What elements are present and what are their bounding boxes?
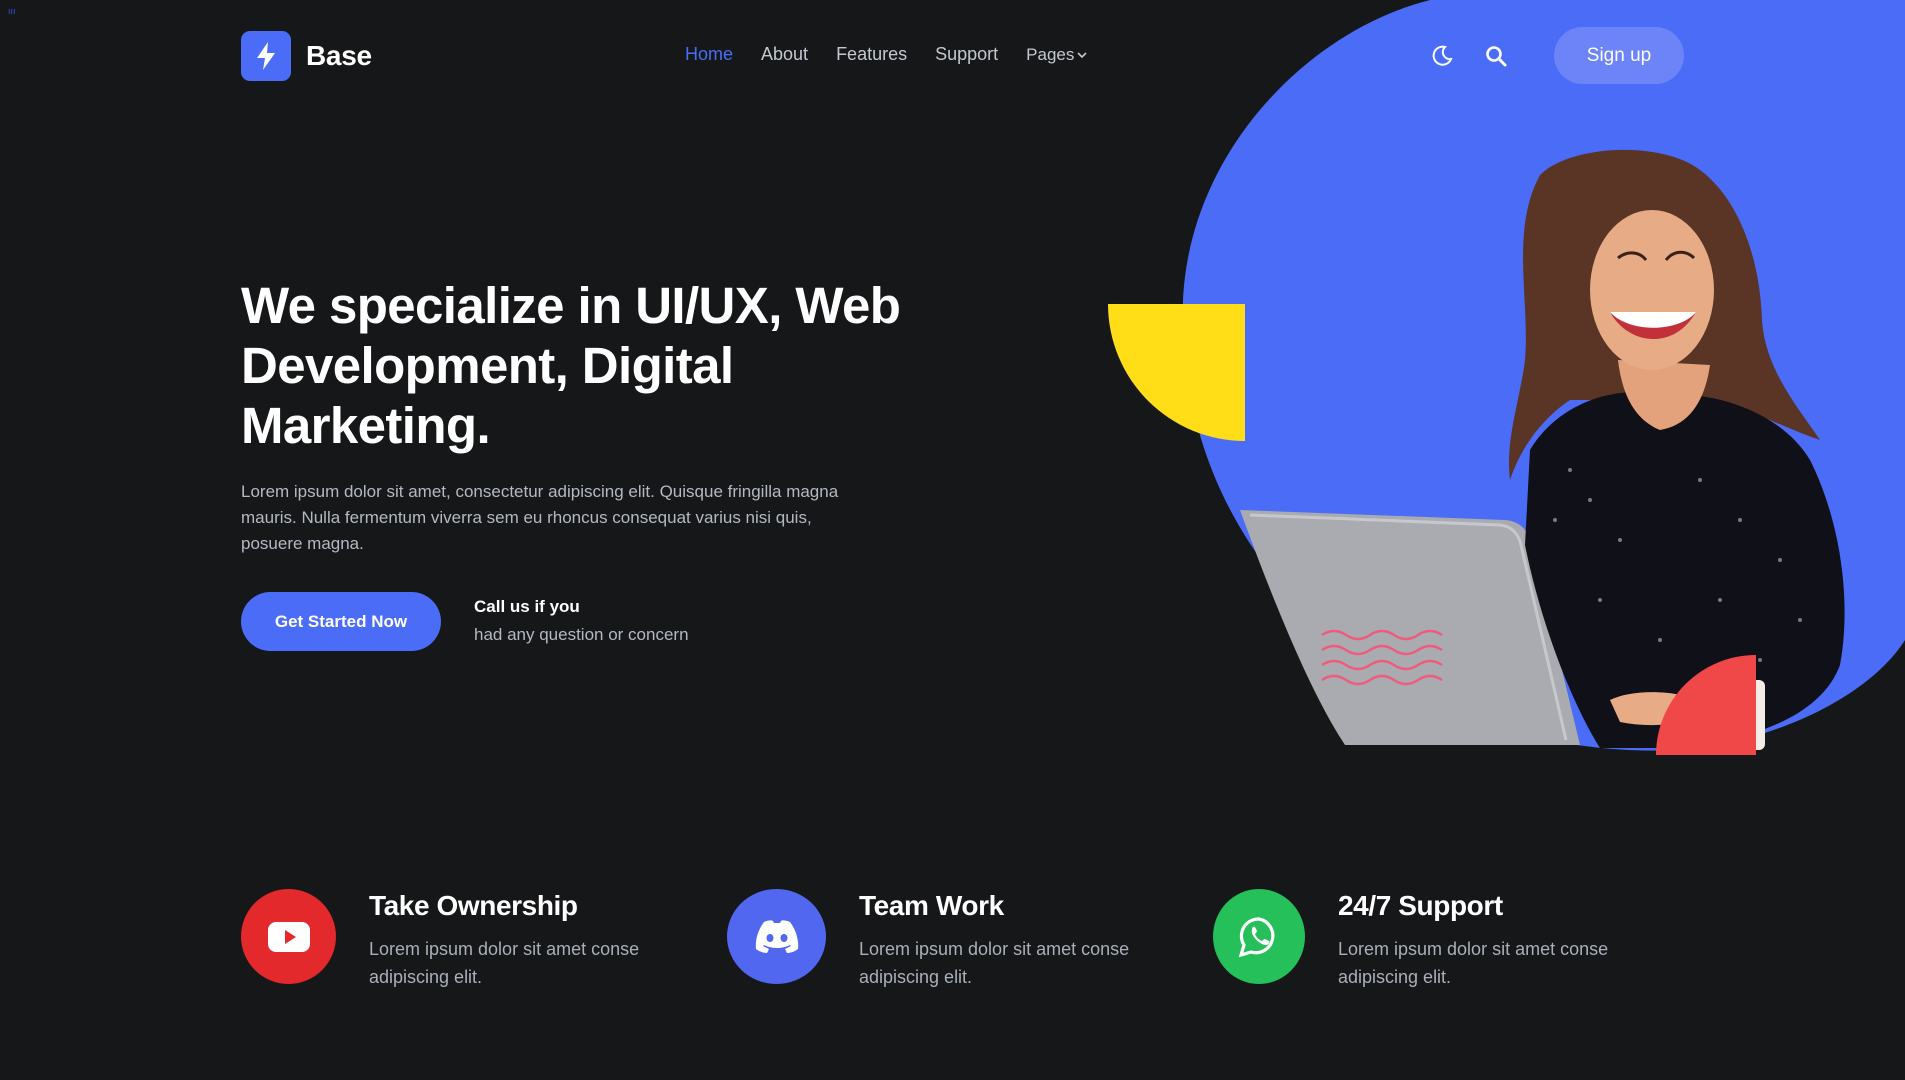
discord-icon [727,889,826,984]
feature-description: Lorem ipsum dolor sit amet conse adipisc… [1338,939,1609,987]
nav-item-features[interactable]: Features [836,44,907,65]
main-nav: Home About Features Support Pages [685,44,1087,65]
feature-title: 24/7 Support [1338,890,1503,921]
get-started-button[interactable]: Get Started Now [241,592,441,651]
yellow-quarter-shape [1108,304,1245,441]
header-actions: Sign up [1422,27,1684,84]
signup-button[interactable]: Sign up [1554,27,1684,84]
youtube-icon [241,889,336,984]
call-us-title: Call us if you [474,597,580,616]
feature-description: Lorem ipsum dolor sit amet conse adipisc… [859,939,1130,987]
feature-take-ownership: Take Ownership Lorem ipsum dolor sit ame… [241,889,669,991]
hero-title: We specialize in UI/UX, Web Development,… [241,277,901,454]
brand-link[interactable]: Base [241,31,372,81]
nav-item-home[interactable]: Home [685,44,733,65]
person-face-shape [1590,210,1714,370]
feature-title: Team Work [859,890,1004,921]
search-icon[interactable] [1476,36,1516,76]
nav-item-pages[interactable]: Pages [1026,45,1087,65]
lightning-bolt-icon [241,31,291,81]
feature-description: Lorem ipsum dolor sit amet conse adipisc… [369,939,640,987]
site-header: Base Home About Features Support Pages S… [0,0,1905,112]
moon-icon[interactable] [1422,36,1462,76]
nav-item-about[interactable]: About [761,44,808,65]
call-us-subtitle: had any question or concern [474,625,689,644]
feature-team-work: Team Work Lorem ipsum dolor sit amet con… [727,889,1159,991]
feature-title: Take Ownership [369,890,578,921]
nav-item-pages-label: Pages [1026,44,1075,64]
hero-illustration [1108,0,1905,755]
hero-description: Lorem ipsum dolor sit amet, consectetur … [241,482,839,553]
nav-item-support[interactable]: Support [935,44,998,65]
whatsapp-icon [1213,889,1305,984]
feature-support: 24/7 Support Lorem ipsum dolor sit amet … [1213,889,1638,991]
chevron-down-icon [1077,51,1087,58]
brand-name: Base [306,40,372,71]
